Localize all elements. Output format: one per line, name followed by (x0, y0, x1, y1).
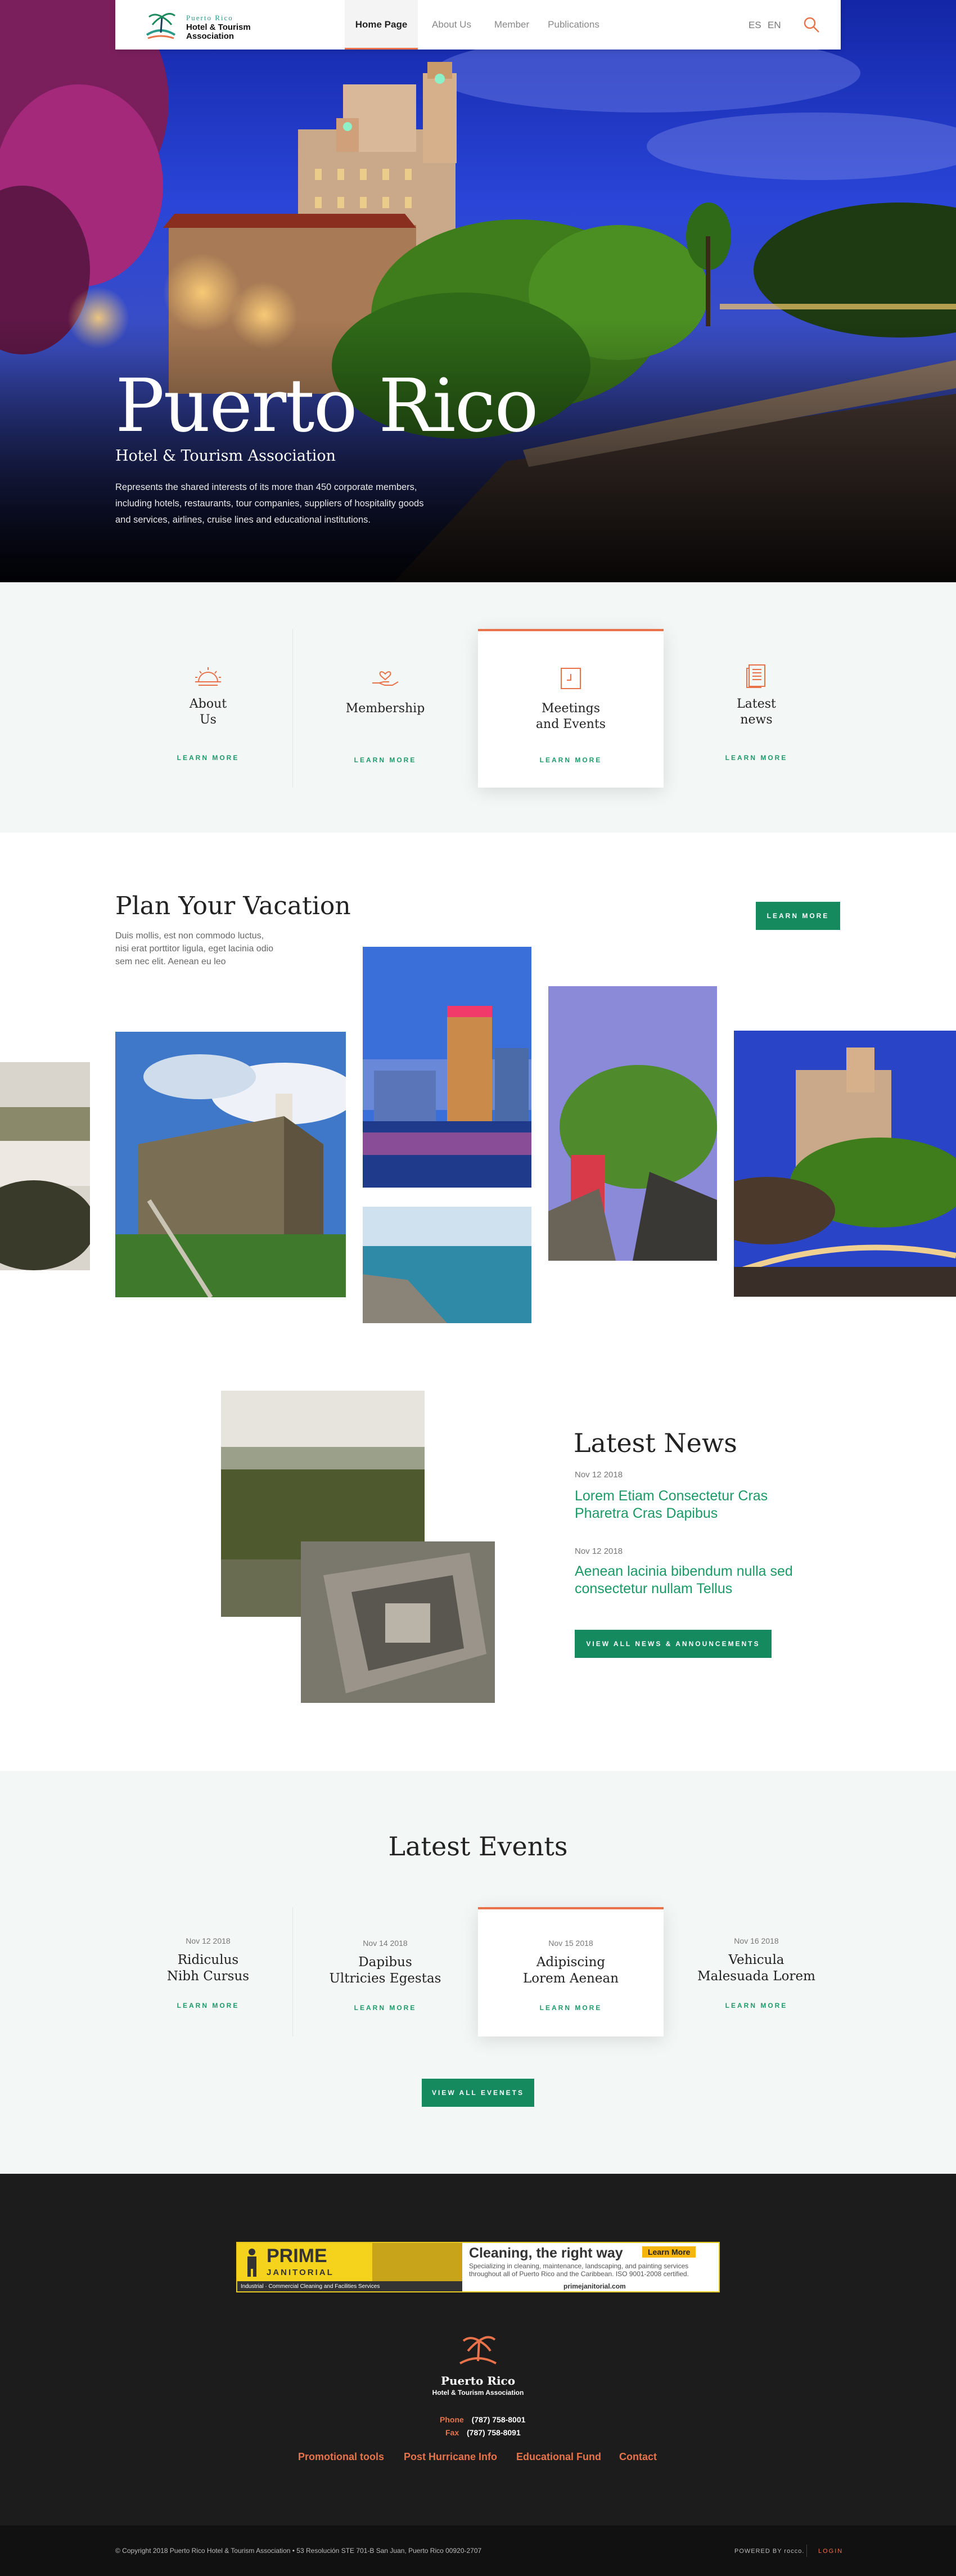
fort-photo[interactable] (115, 1032, 346, 1297)
calendar-icon (561, 668, 581, 689)
ad-brand-block: PRIME JANITORIAL (237, 2243, 372, 2281)
footer-logo-title: Puerto Rico (440, 2374, 516, 2388)
service-learn-more[interactable]: LEARN MORE (664, 754, 849, 762)
site-header: Puerto Rico Hotel & Tourism Association … (115, 0, 841, 50)
site-logo[interactable]: Puerto Rico Hotel & Tourism Association (145, 8, 257, 42)
ad-photo (372, 2243, 462, 2281)
news-headline-link[interactable]: Lorem Etiam Consectetur Cras Pharetra Cr… (575, 1487, 822, 1522)
event-learn-more[interactable]: LEARN MORE (478, 2004, 664, 2012)
hero-subtitle: Hotel & Tourism Association (115, 447, 336, 465)
ad-url: primejanitorial.com (563, 2282, 626, 2290)
ad-brand: PRIME (267, 2245, 327, 2267)
event-card[interactable]: Nov 12 2018 Ridiculus Nibh Cursus LEARN … (115, 1907, 301, 2036)
event-card-active[interactable]: Nov 15 2018 Adipiscing Lorem Aenean LEAR… (478, 1907, 664, 2036)
service-learn-more[interactable]: LEARN MORE (478, 756, 664, 764)
nav-publications[interactable]: Publications (543, 0, 605, 50)
event-date: Nov 12 2018 (186, 1936, 231, 1945)
phone-number[interactable]: (787) 758-8001 (472, 2415, 526, 2424)
footer-link-post-hurricane-info[interactable]: Post Hurricane Info (404, 2451, 497, 2463)
sunrise-icon (195, 667, 221, 686)
hero: Puerto Rico Hotel & Tourism Association … (0, 0, 956, 582)
service-card-about[interactable]: About Us LEARN MORE (115, 629, 301, 788)
view-all-news-button[interactable]: VIEW ALL NEWS & ANNOUNCEMENTS (575, 1630, 772, 1658)
janitor-figure-icon (247, 2249, 256, 2277)
logo-line1: Hotel & Tourism (186, 23, 251, 32)
nav-about-us[interactable]: About Us (423, 0, 480, 50)
event-card[interactable]: Nov 14 2018 Dapibus Ultricies Egestas LE… (292, 1907, 478, 2036)
powered-by[interactable]: POWERED BY rocco. (734, 2548, 804, 2555)
service-label: Latest news (737, 697, 776, 727)
event-learn-more[interactable]: LEARN MORE (664, 2002, 849, 2009)
plan-title: Plan Your Vacation (115, 892, 351, 920)
news-headline-link[interactable]: Aenean lacinia bibendum nulla sed consec… (575, 1563, 822, 1598)
palm-logo-icon (146, 13, 176, 39)
footer-fax: Fax (787) 758-8091 (445, 2428, 521, 2437)
nav-member[interactable]: Member (486, 0, 537, 50)
footer-link-contact[interactable]: Contact (619, 2451, 657, 2463)
hero-title: Puerto Rico (115, 363, 539, 448)
lang-en[interactable]: EN (768, 0, 781, 51)
service-learn-more[interactable]: LEARN MORE (292, 756, 478, 764)
service-learn-more[interactable]: LEARN MORE (115, 754, 301, 762)
ocean-coast-photo[interactable] (363, 1207, 531, 1323)
service-card-news[interactable]: Latest news LEARN MORE (664, 629, 849, 788)
event-title: Vehicula Malesuada Lorem (697, 1953, 815, 1984)
event-title: Dapibus Ultricies Egestas (329, 1955, 441, 1986)
copyright: © Copyright 2018 Puerto Rico Hotel & Tou… (115, 2547, 482, 2555)
fax-label: Fax (445, 2428, 459, 2437)
logo-small-text: Puerto Rico (186, 14, 233, 22)
event-date: Nov 15 2018 (548, 1939, 593, 1948)
view-all-events-button[interactable]: VIEW ALL EVENETS (422, 2079, 534, 2107)
news-title: Latest News (574, 1428, 737, 1458)
plan-learn-more-button[interactable]: LEARN MORE (756, 902, 840, 930)
old-san-juan-street-photo[interactable] (548, 986, 717, 1261)
event-card[interactable]: Nov 16 2018 Vehicula Malesuada Lorem LEA… (664, 1907, 849, 2036)
lang-es[interactable]: ES (748, 0, 761, 51)
news-date: Nov 12 2018 (575, 1547, 623, 1556)
footer-logo-sub: Hotel & Tourism Association (432, 2389, 524, 2397)
building-night-photo[interactable] (734, 1031, 956, 1297)
fortress-aerial-photo[interactable] (301, 1541, 495, 1703)
service-label: About Us (189, 697, 227, 727)
search-icon[interactable] (802, 16, 820, 34)
ad-headline: Cleaning, the right way (469, 2245, 623, 2261)
event-title: Ridiculus Nibh Cursus (166, 1953, 250, 1984)
ad-cta[interactable]: Learn More (642, 2246, 696, 2258)
service-card-meetings[interactable]: Meetings and Events LEARN MORE (478, 629, 664, 788)
event-date: Nov 14 2018 (363, 1939, 408, 1948)
divider (806, 2544, 807, 2557)
ad-tagline: Industrial · Commercial Cleaning and Fac… (237, 2281, 462, 2291)
prime-janitorial-ad-banner[interactable]: PRIME JANITORIAL Industrial · Commercial… (236, 2242, 720, 2292)
event-title: Adipiscing Lorem Aenean (522, 1955, 619, 1986)
event-learn-more[interactable]: LEARN MORE (292, 2004, 478, 2012)
ad-body: Specializing in cleaning, maintenance, l… (469, 2262, 689, 2278)
service-label: Membership (345, 702, 425, 716)
service-card-membership[interactable]: Membership LEARN MORE (292, 629, 478, 788)
logo-line2: Association (186, 32, 235, 41)
footer-link-promotional-tools[interactable]: Promotional tools (298, 2451, 384, 2463)
condado-skyline-photo[interactable] (363, 947, 531, 1188)
hero-description: Represents the shared interests of its m… (115, 482, 424, 525)
events-title: Latest Events (388, 1831, 568, 1862)
ad-brand-sub: JANITORIAL (267, 2268, 334, 2277)
news-date: Nov 12 2018 (575, 1470, 623, 1480)
plan-description: Duis mollis, est non commodo luctus, nis… (115, 931, 274, 966)
footer-bottom-bar: © Copyright 2018 Puerto Rico Hotel & Tou… (0, 2525, 956, 2576)
document-icon (746, 664, 765, 688)
service-label: Meetings and Events (535, 702, 606, 731)
hand-heart-icon (372, 671, 399, 686)
footer-link-educational-fund[interactable]: Educational Fund (516, 2451, 601, 2463)
event-date: Nov 16 2018 (734, 1936, 779, 1945)
phone-label: Phone (440, 2415, 464, 2424)
footer-phone: Phone (787) 758-8001 (440, 2415, 525, 2424)
coastal-cliffs-photo[interactable] (0, 1062, 90, 1270)
event-learn-more[interactable]: LEARN MORE (115, 2002, 301, 2009)
nav-home-page[interactable]: Home Page (345, 0, 418, 50)
fax-number: (787) 758-8091 (467, 2428, 521, 2437)
footer-palm-logo-icon (459, 2336, 497, 2364)
login-link[interactable]: LOGIN (818, 2548, 843, 2555)
